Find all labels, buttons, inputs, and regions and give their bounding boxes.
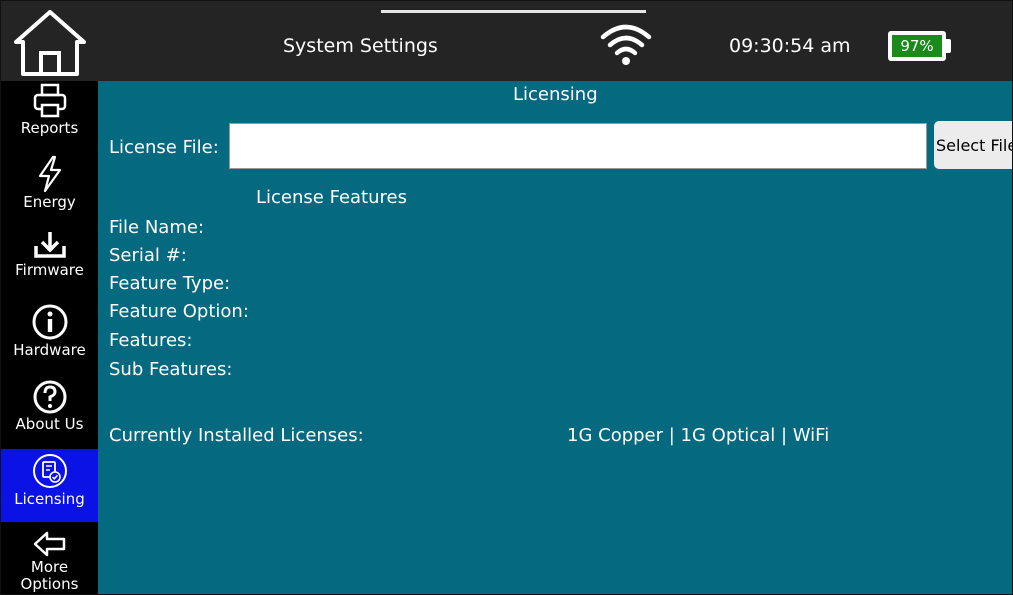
license-file-input[interactable]: [229, 123, 927, 169]
printer-icon: [33, 83, 66, 118]
lightning-icon: [38, 155, 61, 193]
sidebar-item-label: Hardware: [13, 341, 86, 359]
select-file-button[interactable]: Select File: [934, 121, 1012, 169]
app-window: System Settings 09:30:54 am 97% Reports: [0, 0, 1013, 595]
sidebar-item-label: About Us: [15, 415, 84, 433]
top-bar: System Settings 09:30:54 am 97%: [1, 1, 1012, 81]
page-title: System Settings: [283, 35, 438, 57]
top-indicator-line: [381, 10, 646, 13]
sidebar-item-more-options[interactable]: More Options: [1, 529, 98, 594]
battery-level: 97%: [892, 35, 942, 57]
installed-licenses-value: 1G Copper | 1G Optical | WiFi: [567, 425, 830, 446]
sub-features-label: Sub Features:: [109, 359, 233, 380]
wifi-icon[interactable]: [599, 23, 653, 67]
feature-type-label: Feature Type:: [109, 273, 231, 294]
sidebar-item-about-us[interactable]: About Us: [1, 379, 98, 445]
clock-time: 09:30:54 am: [729, 35, 851, 57]
battery-tip: [946, 39, 951, 53]
licensing-panel: Licensing License File: Select File Lice…: [98, 81, 1012, 594]
sidebar: Reports Energy Firmware Hardware About U…: [1, 81, 98, 594]
file-name-label: File Name:: [109, 217, 205, 238]
sidebar-item-reports[interactable]: Reports: [1, 83, 98, 153]
sidebar-item-licensing[interactable]: Licensing: [1, 449, 98, 522]
battery-indicator: 97%: [888, 31, 946, 61]
serial-number-label: Serial #:: [109, 245, 187, 266]
download-icon: [33, 232, 66, 258]
license-file-label: License File:: [109, 137, 219, 158]
features-label: Features:: [109, 330, 193, 351]
sidebar-item-energy[interactable]: Energy: [1, 155, 98, 225]
license-features-title: License Features: [256, 187, 407, 208]
sidebar-item-firmware[interactable]: Firmware: [1, 229, 98, 299]
sidebar-item-label: More Options: [20, 558, 79, 593]
sidebar-item-label: Energy: [23, 193, 76, 211]
sidebar-item-hardware[interactable]: Hardware: [1, 303, 98, 373]
info-icon: [32, 304, 67, 340]
section-title: Licensing: [513, 84, 598, 105]
home-icon[interactable]: [13, 9, 87, 77]
license-icon: [32, 454, 67, 488]
sidebar-item-label: Licensing: [14, 490, 85, 508]
feature-option-label: Feature Option:: [109, 301, 249, 322]
installed-licenses-label: Currently Installed Licenses:: [109, 425, 364, 446]
arrow-left-icon: [33, 531, 65, 557]
sidebar-item-label: Reports: [20, 119, 79, 137]
question-icon: [33, 380, 66, 414]
sidebar-item-label: Firmware: [15, 261, 84, 279]
